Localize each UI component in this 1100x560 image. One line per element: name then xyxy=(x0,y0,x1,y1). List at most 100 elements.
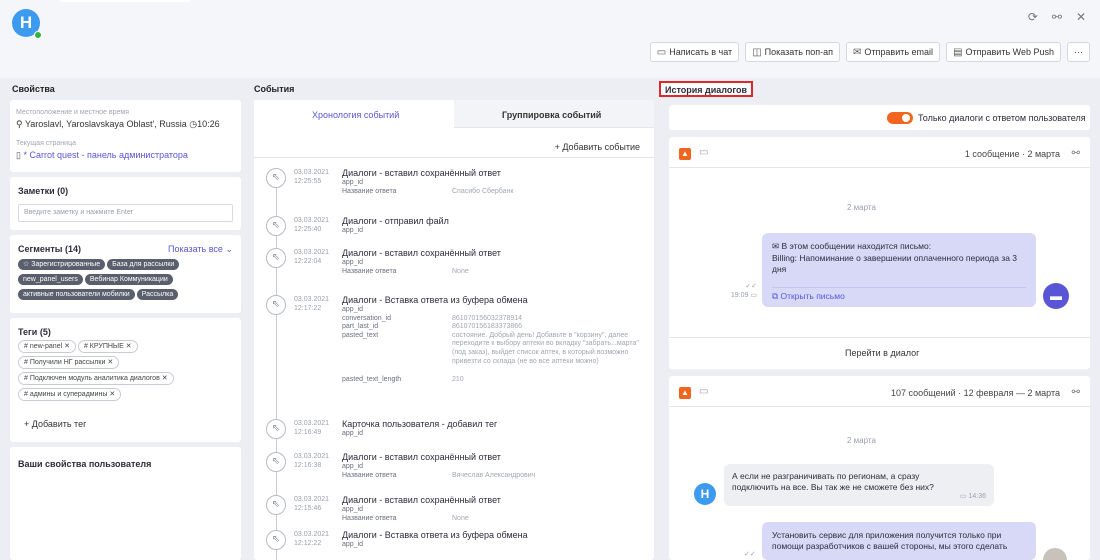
tags-panel: Теги (5) # new-panel ✕ # КРУПНЫЕ ✕ # Полу… xyxy=(10,318,241,442)
segment-chip[interactable]: Вебинар Коммуникации xyxy=(84,274,173,285)
popup-icon: ◫ xyxy=(752,46,762,58)
events-list: ⇖ 03.03.2021 12:25:55 Диалоги - вставил сох… xyxy=(256,0,656,560)
cursor-icon: ⇖ xyxy=(266,530,286,550)
tags-title: Теги (5) xyxy=(18,327,51,337)
event-title: Диалоги - вставил сохранённый ответ xyxy=(342,452,501,462)
event-key: Название ответа xyxy=(342,471,397,479)
tag-chip[interactable]: # Подключен модуль аналитика диалогов ✕ xyxy=(18,372,174,385)
email-line: ✉ В этом сообщении находится письмо: xyxy=(772,241,932,251)
cursor-icon: ⇖ xyxy=(266,216,286,236)
event-key: app_id xyxy=(342,430,364,437)
action-buttons: ▭ Написать в чат ◫ Показать поп-ап ✉ Отправ… xyxy=(649,42,1090,62)
event-value: состояние. Добрый день! Добавьте в "корз… xyxy=(452,331,639,365)
send-web-push-button[interactable]: ▤ Отправить Web Push xyxy=(946,42,1061,62)
dialog-date: 2 марта xyxy=(847,203,876,212)
cursor-icon: ⇖ xyxy=(266,168,286,188)
event-key: app_id xyxy=(342,306,364,313)
clock-icon: ◷ xyxy=(189,119,198,129)
tag-chip[interactable]: # new-panel ✕ xyxy=(18,340,76,353)
event-datetime: 03.03.2021 12:12:22 xyxy=(294,531,330,547)
tag-chip[interactable]: # КРУПНЫЕ ✕ xyxy=(77,340,138,353)
dialog-card-2: ▲ ▭ 107 сообщений · 12 февраля — 2 марта… xyxy=(669,376,1090,560)
event-key: app_id xyxy=(342,541,364,548)
send-email-button[interactable]: ✉ Отправить email xyxy=(846,42,941,62)
remove-icon: ✕ xyxy=(64,343,70,350)
segment-chip[interactable]: Рассылка xyxy=(136,289,179,300)
event-datetime: 03.03.2021 12:16:49 xyxy=(294,420,330,436)
current-page-label: Текущая страница xyxy=(16,140,76,147)
show-all-segments-link[interactable]: Показать все ⌄ xyxy=(168,244,233,255)
event-title: Диалоги - отправил файл xyxy=(342,216,449,226)
dialog-card-1: ▲ ▭ 1 сообщение · 2 марта ⚯ 2 марта ✉ В … xyxy=(669,137,1090,369)
header-icons: ⟳ ⚯ ✕ xyxy=(1028,10,1086,24)
tag-chip[interactable]: # админы и суперадмины ✕ xyxy=(18,388,122,401)
user-icon: ▲ xyxy=(679,387,691,399)
event-title: Диалоги - вставил сохранённый ответ xyxy=(342,495,501,505)
chevron-down-icon: ⌄ xyxy=(225,244,233,254)
dialog-summary: 1 сообщение · 2 марта xyxy=(964,149,1060,159)
segments-list: ☆ Зарегистрированные База для рассылки new… xyxy=(18,258,236,303)
go-to-dialog-button[interactable]: Перейти в диалог xyxy=(845,348,919,358)
event-value: None xyxy=(452,514,469,522)
close-icon[interactable]: ✕ xyxy=(1076,10,1086,24)
event-value: Спасибо Сбербанк xyxy=(452,187,514,195)
incoming-message: А если не разграничивать по регионам, а … xyxy=(724,464,994,506)
location-panel: Местоположение и местное время ⚲ Yarosla… xyxy=(10,100,241,172)
outgoing-message: Установить сервис для приложения получит… xyxy=(762,522,1036,560)
cursor-icon: ⇖ xyxy=(266,295,286,315)
chat-icon: ▭ xyxy=(699,386,709,397)
online-status-dot xyxy=(34,31,42,39)
current-page-link[interactable]: ▯ * Carrot quest - панель администратора xyxy=(16,150,188,161)
only-replied-toggle[interactable] xyxy=(887,112,913,124)
event-key: pasted_text_length xyxy=(342,375,402,383)
event-key: app_id xyxy=(342,179,364,186)
show-popup-button[interactable]: ◫ Показать поп-ап xyxy=(745,42,841,62)
event-datetime: 03.03.2021 12:17:22 xyxy=(294,296,330,312)
link-icon[interactable]: ⚯ xyxy=(1072,148,1080,159)
link-icon[interactable]: ⚯ xyxy=(1072,387,1080,398)
notes-panel: Заметки (0) Введите заметку и нажмите En… xyxy=(10,177,241,230)
notes-input[interactable]: Введите заметку и нажмите Enter xyxy=(18,204,233,222)
segments-title: Сегменты (14) xyxy=(18,244,81,254)
segment-chip[interactable]: активные пользователи мобилки xyxy=(18,289,135,300)
envelope-icon: ✉ xyxy=(772,241,780,251)
event-key: conversation_id xyxy=(342,314,392,322)
plus-icon: + xyxy=(24,419,30,429)
dialogs-title-frame: История диалогов xyxy=(659,81,753,97)
tag-chip[interactable]: # Получили НГ рассылки ✕ xyxy=(18,356,120,369)
remove-icon: ✕ xyxy=(125,343,132,350)
segment-chip[interactable]: new_panel_users xyxy=(18,274,83,285)
divider xyxy=(669,406,1090,407)
segment-chip[interactable]: База для рассылки xyxy=(107,259,180,270)
event-key: app_id xyxy=(342,227,364,234)
dialogs-filter: Только диалоги с ответом пользователя xyxy=(669,105,1090,130)
event-key: part_last_id xyxy=(342,323,379,331)
device-icon: ▭ xyxy=(959,493,967,500)
operator-avatar xyxy=(1043,548,1067,560)
remove-icon: ✕ xyxy=(107,359,114,366)
more-button[interactable]: ··· xyxy=(1067,42,1090,62)
refresh-icon[interactable]: ⟳ xyxy=(1028,10,1038,24)
event-value: 210 xyxy=(452,375,464,383)
event-value: 861070156183373866 xyxy=(452,323,523,331)
user-properties-title: Ваши свойства пользователя xyxy=(18,459,152,469)
message-status: ✓✓ 19:09 ▭ xyxy=(730,283,757,299)
event-datetime: 03.03.2021 12:15:46 xyxy=(294,496,330,512)
dialog-date: 2 марта xyxy=(847,436,876,445)
remove-icon: ✕ xyxy=(109,391,116,398)
device-icon: ▭ xyxy=(750,292,757,299)
link-icon[interactable]: ⚯ xyxy=(1052,10,1062,24)
event-value: None xyxy=(452,267,469,275)
write-chat-button[interactable]: ▭ Написать в чат xyxy=(649,42,740,62)
event-key: app_id xyxy=(342,463,364,470)
segment-chip[interactable]: ☆ Зарегистрированные xyxy=(18,259,106,270)
chat-icon: ▭ xyxy=(656,46,667,58)
open-letter-link[interactable]: ⧉ Открыть письмо xyxy=(772,291,845,302)
user-properties-panel: Ваши свойства пользователя xyxy=(10,447,241,560)
email-text: Billing: Напоминание о завершении оплаче… xyxy=(772,253,1018,274)
event-key: pasted_text xyxy=(342,331,379,339)
location-pin-icon: ⚲ xyxy=(16,119,23,129)
event-datetime: 03.03.2021 12:16:38 xyxy=(294,453,330,469)
add-tag-button[interactable]: + Добавить тег xyxy=(24,419,86,429)
avatar: H xyxy=(694,483,716,505)
